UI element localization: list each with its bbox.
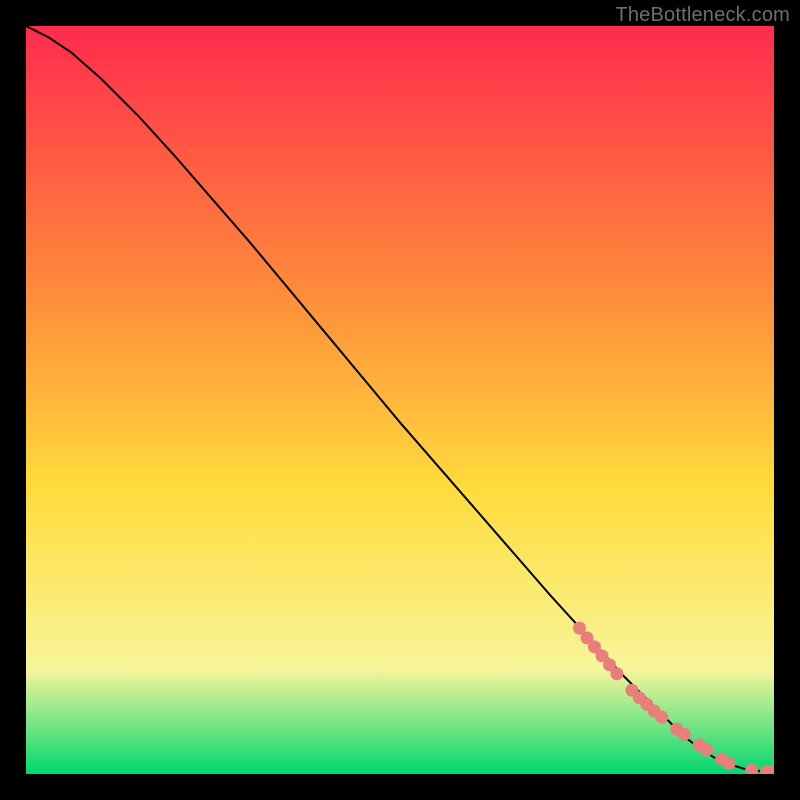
data-marker	[655, 711, 668, 724]
chart-stage: TheBottleneck.com	[0, 0, 800, 800]
data-marker	[700, 744, 713, 757]
data-marker	[678, 728, 691, 741]
attribution-text: TheBottleneck.com	[615, 4, 790, 27]
data-marker	[723, 757, 736, 770]
data-marker	[610, 667, 623, 680]
gradient-panel	[26, 26, 774, 774]
plot-svg	[26, 26, 774, 774]
